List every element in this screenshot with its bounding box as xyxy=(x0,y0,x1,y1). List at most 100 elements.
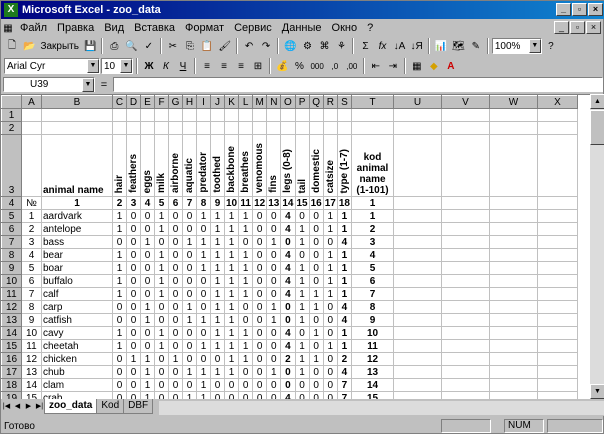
menu-edit[interactable]: Правка xyxy=(52,22,99,34)
cell[interactable] xyxy=(537,300,578,314)
cell-value[interactable]: 4 xyxy=(336,235,353,249)
select-all-corner[interactable] xyxy=(1,95,22,109)
cell[interactable] xyxy=(393,339,442,353)
cell-value[interactable]: 0 xyxy=(126,300,141,314)
cell-value[interactable]: 0 xyxy=(266,222,282,236)
cell-value[interactable]: 0 xyxy=(168,261,183,275)
menu-format[interactable]: Формат xyxy=(180,22,229,34)
cell[interactable] xyxy=(21,134,42,197)
cell-animal-name[interactable]: catfish xyxy=(41,313,113,327)
cell-value[interactable]: 0 xyxy=(308,209,324,223)
vertical-scroll-thumb[interactable] xyxy=(590,110,604,145)
cell[interactable] xyxy=(537,196,578,210)
cell-value[interactable]: 0 xyxy=(308,391,324,399)
row-header[interactable]: 4 xyxy=(1,196,22,210)
cell-value[interactable]: 1 xyxy=(223,209,240,223)
close-icon[interactable]: × xyxy=(588,3,603,16)
save-icon[interactable]: 💾 xyxy=(82,37,98,55)
cell-value[interactable]: 4 xyxy=(336,365,353,379)
cell-value[interactable]: 0 xyxy=(182,222,197,236)
cell-value[interactable]: 0 xyxy=(126,326,141,340)
cell[interactable] xyxy=(182,108,197,122)
cell[interactable] xyxy=(322,108,338,122)
autosum-icon[interactable]: Σ xyxy=(357,37,373,55)
cell-value[interactable]: 0 xyxy=(308,222,324,236)
web-toolbar-icon[interactable]: ⚙ xyxy=(299,37,315,55)
cell[interactable] xyxy=(489,134,538,197)
cell-value[interactable]: 4 xyxy=(280,222,296,236)
cell-value[interactable]: 1 xyxy=(223,300,240,314)
column-header-a[interactable]: A xyxy=(21,95,42,109)
cell-number[interactable]: 10 xyxy=(21,326,42,340)
index-cell[interactable]: 7 xyxy=(182,196,197,210)
cell[interactable] xyxy=(441,339,490,353)
doc-icon[interactable]: ▦ xyxy=(1,23,15,34)
cell[interactable] xyxy=(441,121,490,135)
header-feature[interactable]: type (1-7) xyxy=(336,134,353,197)
cell-animal-name[interactable]: clam xyxy=(41,378,113,392)
chart-wizard-icon[interactable]: 📊 xyxy=(433,37,449,55)
cell-value[interactable]: 1 xyxy=(322,287,338,301)
help-icon[interactable]: ? xyxy=(543,37,559,55)
cell[interactable] xyxy=(489,235,538,249)
percent-button[interactable]: % xyxy=(291,57,307,75)
cell-value[interactable]: 7 xyxy=(336,391,353,399)
row-header[interactable]: 17 xyxy=(1,365,22,379)
cell-value[interactable]: 0 xyxy=(168,391,183,399)
cell-value[interactable]: 1 xyxy=(294,287,310,301)
cell-value[interactable]: 4 xyxy=(336,313,353,327)
cell-value[interactable]: 0 xyxy=(210,378,225,392)
column-header-n[interactable]: N xyxy=(266,95,282,109)
cell-value[interactable]: 0 xyxy=(182,339,197,353)
cell-value[interactable]: 0 xyxy=(252,378,268,392)
cell-value[interactable]: 0 xyxy=(196,326,211,340)
cell-value[interactable]: 4 xyxy=(280,287,296,301)
cell-value[interactable]: 1 xyxy=(112,248,127,262)
underline-button[interactable]: Ч xyxy=(175,57,191,75)
column-header-u[interactable]: U xyxy=(393,95,442,109)
cell-value[interactable]: 0 xyxy=(196,352,211,366)
cell[interactable] xyxy=(196,108,211,122)
cell[interactable] xyxy=(441,196,490,210)
cell[interactable] xyxy=(393,108,442,122)
first-sheet-icon[interactable]: |◀ xyxy=(1,399,12,414)
cell[interactable] xyxy=(252,108,268,122)
align-right-icon[interactable]: ≡ xyxy=(233,57,249,75)
cell[interactable] xyxy=(489,248,538,262)
cell[interactable] xyxy=(489,287,538,301)
cell-value[interactable]: 0 xyxy=(322,365,338,379)
header-feature[interactable]: airborne xyxy=(168,134,183,197)
cell-value[interactable]: 1 xyxy=(154,209,169,223)
cell-value[interactable]: 0 xyxy=(182,209,197,223)
cell-value[interactable]: 0 xyxy=(266,391,282,399)
cell[interactable] xyxy=(393,391,442,399)
cell-number[interactable]: 2 xyxy=(21,222,42,236)
cell-value[interactable]: 1 xyxy=(266,300,282,314)
cell-value[interactable]: 0 xyxy=(168,339,183,353)
cell-value[interactable]: 0 xyxy=(294,378,310,392)
cell-value[interactable]: 0 xyxy=(140,274,155,288)
cell[interactable] xyxy=(537,121,578,135)
cell-value[interactable]: 1 xyxy=(336,287,353,301)
cell-value[interactable]: 1 xyxy=(238,261,254,275)
cell[interactable] xyxy=(336,121,353,135)
cell-value[interactable]: 1 xyxy=(182,391,197,399)
cell-value[interactable]: 0 xyxy=(154,391,169,399)
new-icon[interactable]: 🗋 xyxy=(4,37,20,55)
cell-animal-name[interactable]: bear xyxy=(41,248,113,262)
menu-file[interactable]: Файл xyxy=(15,22,52,34)
cell[interactable] xyxy=(393,134,442,197)
drawing-icon[interactable]: ✎ xyxy=(468,37,484,55)
cell-value[interactable]: 1 xyxy=(336,248,353,262)
cell-value[interactable]: 0 xyxy=(322,352,338,366)
cell[interactable] xyxy=(537,352,578,366)
font-dropdown-icon[interactable]: ▼ xyxy=(87,59,99,73)
cell-value[interactable]: 0 xyxy=(322,378,338,392)
menu-window[interactable]: Окно xyxy=(327,22,363,34)
cell-value[interactable]: 4 xyxy=(280,326,296,340)
minimize-icon[interactable]: _ xyxy=(556,3,571,16)
cell-value[interactable]: 0 xyxy=(252,261,268,275)
cell-value[interactable]: 1 xyxy=(223,339,240,353)
cell-value[interactable]: 1 xyxy=(322,261,338,275)
cell-value[interactable]: 1 xyxy=(294,300,310,314)
